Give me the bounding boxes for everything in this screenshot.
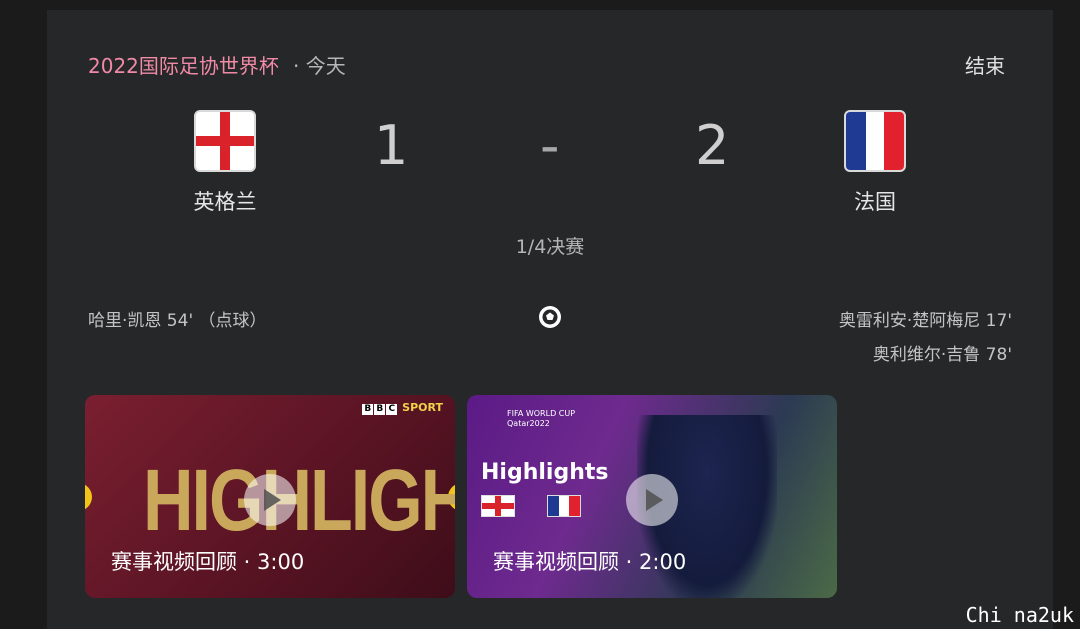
home-team[interactable]: 英格兰	[155, 110, 295, 216]
watermark: Chi na2uk	[965, 603, 1074, 627]
france-flag-icon	[844, 110, 906, 172]
home-scorer: 哈里·凯恩 54' （点球）	[88, 311, 267, 331]
match-stage: 1/4决赛	[515, 236, 585, 258]
decor-left	[85, 483, 92, 511]
video-title-overlay: HIGHLIGHTS	[143, 451, 455, 549]
match-header: 2022国际足协世界杯 · 今天 结束	[88, 50, 1005, 80]
away-scorer: 奥利维尔·吉鲁 78'	[872, 345, 1012, 365]
soccer-ball-icon	[539, 306, 561, 328]
bbc-sport-logo: BBC SPORT	[362, 401, 443, 415]
away-score: 2	[695, 114, 730, 177]
england-flag-icon	[481, 495, 515, 517]
highlight-video-fifa[interactable]: FIFA WORLD CUP Qatar2022 Highlights 赛事视频…	[467, 395, 837, 598]
england-flag-icon	[194, 110, 256, 172]
away-team-name: 法国	[854, 190, 896, 214]
video-caption: 赛事视频回顾 · 3:00	[111, 550, 305, 574]
match-date: · 今天	[293, 54, 346, 78]
highlight-video-bbc[interactable]: BBC SPORT HIGHLIGHTS 赛事视频回顾 · 3:00	[85, 395, 455, 598]
match-card[interactable]: 2022国际足协世界杯 · 今天 结束 英格兰 1 - 2 法国 1/4决赛 哈…	[47, 10, 1053, 629]
match-status: 结束	[965, 54, 1005, 78]
competition-link[interactable]: 2022国际足协世界杯	[88, 50, 279, 79]
video-title-overlay: Highlights	[481, 460, 609, 485]
score-separator: -	[540, 114, 560, 177]
video-caption: 赛事视频回顾 · 2:00	[493, 550, 687, 574]
play-icon[interactable]	[244, 474, 296, 526]
away-team[interactable]: 法国	[805, 110, 945, 216]
france-flag-icon	[547, 495, 581, 517]
away-scorer: 奥雷利安·楚阿梅尼 17'	[838, 311, 1012, 331]
home-score: 1	[374, 114, 409, 177]
fifa-world-cup-logo: FIFA WORLD CUP Qatar2022	[507, 409, 576, 428]
home-team-name: 英格兰	[193, 190, 257, 214]
play-icon[interactable]	[626, 474, 678, 526]
